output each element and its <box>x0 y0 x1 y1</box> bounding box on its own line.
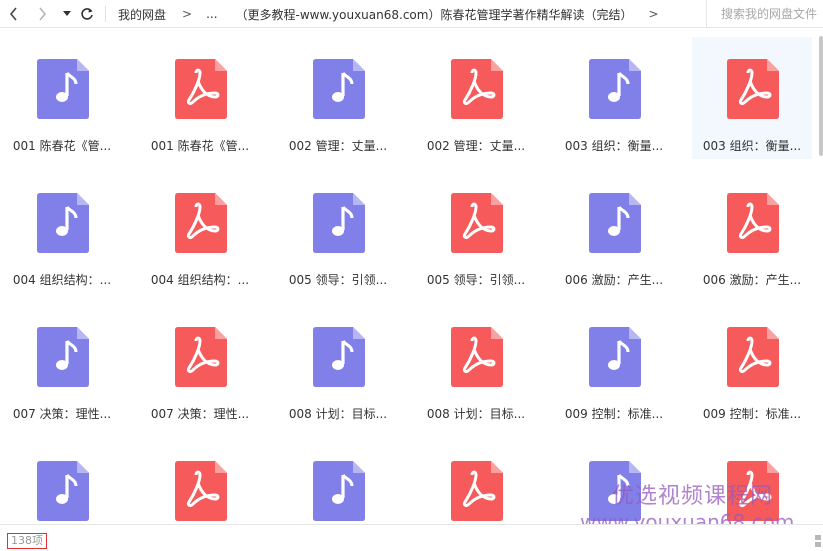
breadcrumb: 我的网盘 > ... （更多教程-www.youxuan68.com）陈春花管理… <box>118 0 659 28</box>
file-name: 004 组织结构：... <box>12 273 112 287</box>
music-note-icon <box>313 327 365 387</box>
pdf-icon <box>727 59 779 119</box>
file-grid: 001 陈春花《管... 001 陈春花《管... 002 管理：丈量... 002 … <box>0 36 823 524</box>
toolbar-divider <box>105 6 106 22</box>
file-item[interactable]: 007 决策：理性... <box>140 305 260 427</box>
file-name: 003 组织：衡量... <box>702 139 802 153</box>
file-name: 005 领导：引领... <box>426 273 526 287</box>
file-name: 001 陈春花《管... <box>12 139 112 153</box>
file-item[interactable]: 004 组织结构：... <box>2 171 122 293</box>
file-item[interactable] <box>416 439 536 524</box>
pdf-icon <box>727 193 779 253</box>
music-note-icon <box>313 193 365 253</box>
breadcrumb-separator: > <box>182 7 193 21</box>
music-note-icon <box>589 461 641 521</box>
item-count: 138项 <box>7 533 47 549</box>
file-item[interactable]: 004 组织结构：... <box>140 171 260 293</box>
toolbar: 我的网盘 > ... （更多教程-www.youxuan68.com）陈春花管理… <box>0 0 823 28</box>
music-note-icon <box>313 461 365 521</box>
view-toggle-icon[interactable] <box>815 535 821 547</box>
breadcrumb-trailing-separator[interactable]: > <box>648 7 658 21</box>
file-name: 008 计划：目标... <box>288 407 388 421</box>
file-item[interactable]: 005 领导：引领... <box>278 171 398 293</box>
pdf-icon <box>451 327 503 387</box>
file-name: 006 激励：产生... <box>564 273 664 287</box>
file-name: 007 决策：理性... <box>12 407 112 421</box>
scrollbar[interactable] <box>819 36 823 524</box>
music-note-icon <box>589 193 641 253</box>
file-item[interactable] <box>278 439 398 524</box>
pdf-icon <box>727 461 779 521</box>
file-item[interactable]: 009 控制：标准... <box>692 305 812 427</box>
pdf-icon <box>451 461 503 521</box>
file-name: 005 领导：引领... <box>288 273 388 287</box>
pdf-icon <box>451 59 503 119</box>
file-name: 008 计划：目标... <box>426 407 526 421</box>
history-dropdown-button[interactable] <box>57 4 77 24</box>
music-note-icon <box>313 59 365 119</box>
file-item[interactable]: 009 控制：标准... <box>554 305 674 427</box>
chevron-left-icon <box>9 7 17 21</box>
breadcrumb-root[interactable]: 我的网盘 <box>118 6 166 23</box>
file-name: 006 激励：产生... <box>702 273 802 287</box>
file-item[interactable]: 001 陈春花《管... <box>140 37 260 159</box>
pdf-icon <box>727 327 779 387</box>
file-name: 002 管理：丈量... <box>288 139 388 153</box>
file-name: 004 组织结构：... <box>150 273 250 287</box>
file-item[interactable]: 002 管理：丈量... <box>278 37 398 159</box>
music-note-icon <box>589 59 641 119</box>
file-name: 009 控制：标准... <box>702 407 802 421</box>
file-item[interactable]: 002 管理：丈量... <box>416 37 536 159</box>
scrollbar-thumb[interactable] <box>819 36 823 156</box>
file-item[interactable] <box>554 439 674 524</box>
file-item[interactable]: 003 组织：衡量... <box>692 37 812 159</box>
refresh-icon <box>81 8 93 20</box>
pdf-icon <box>175 59 227 119</box>
forward-button[interactable] <box>32 4 52 24</box>
file-name: 002 管理：丈量... <box>426 139 526 153</box>
music-note-icon <box>37 193 89 253</box>
file-item[interactable] <box>692 439 812 524</box>
music-note-icon <box>37 327 89 387</box>
back-button[interactable] <box>4 4 24 24</box>
file-item[interactable]: 006 激励：产生... <box>692 171 812 293</box>
file-item[interactable]: 003 组织：衡量... <box>554 37 674 159</box>
pdf-icon <box>451 193 503 253</box>
file-name: 007 决策：理性... <box>150 407 250 421</box>
file-item[interactable]: 008 计划：目标... <box>278 305 398 427</box>
pdf-icon <box>175 461 227 521</box>
pdf-icon <box>175 327 227 387</box>
file-item[interactable]: 001 陈春花《管... <box>2 37 122 159</box>
file-item[interactable] <box>140 439 260 524</box>
file-item[interactable]: 006 激励：产生... <box>554 171 674 293</box>
music-note-icon <box>589 327 641 387</box>
file-name: 009 控制：标准... <box>564 407 664 421</box>
file-name: 001 陈春花《管... <box>150 139 250 153</box>
pdf-icon <box>175 193 227 253</box>
file-item[interactable] <box>2 439 122 524</box>
breadcrumb-ellipsis[interactable]: ... <box>206 7 217 21</box>
chevron-right-icon <box>39 7 47 21</box>
music-note-icon <box>37 461 89 521</box>
file-item[interactable]: 005 领导：引领... <box>416 171 536 293</box>
caret-down-icon <box>63 11 71 16</box>
refresh-button[interactable] <box>77 4 97 24</box>
status-bar: 138项 <box>0 524 823 551</box>
file-item[interactable]: 007 决策：理性... <box>2 305 122 427</box>
music-note-icon <box>37 59 89 119</box>
search-box <box>706 0 823 28</box>
file-item[interactable]: 008 计划：目标... <box>416 305 536 427</box>
breadcrumb-current-folder[interactable]: （更多教程-www.youxuan68.com）陈春花管理学著作精华解读（完结） <box>236 6 633 23</box>
search-input[interactable] <box>707 0 823 28</box>
file-name: 003 组织：衡量... <box>564 139 664 153</box>
